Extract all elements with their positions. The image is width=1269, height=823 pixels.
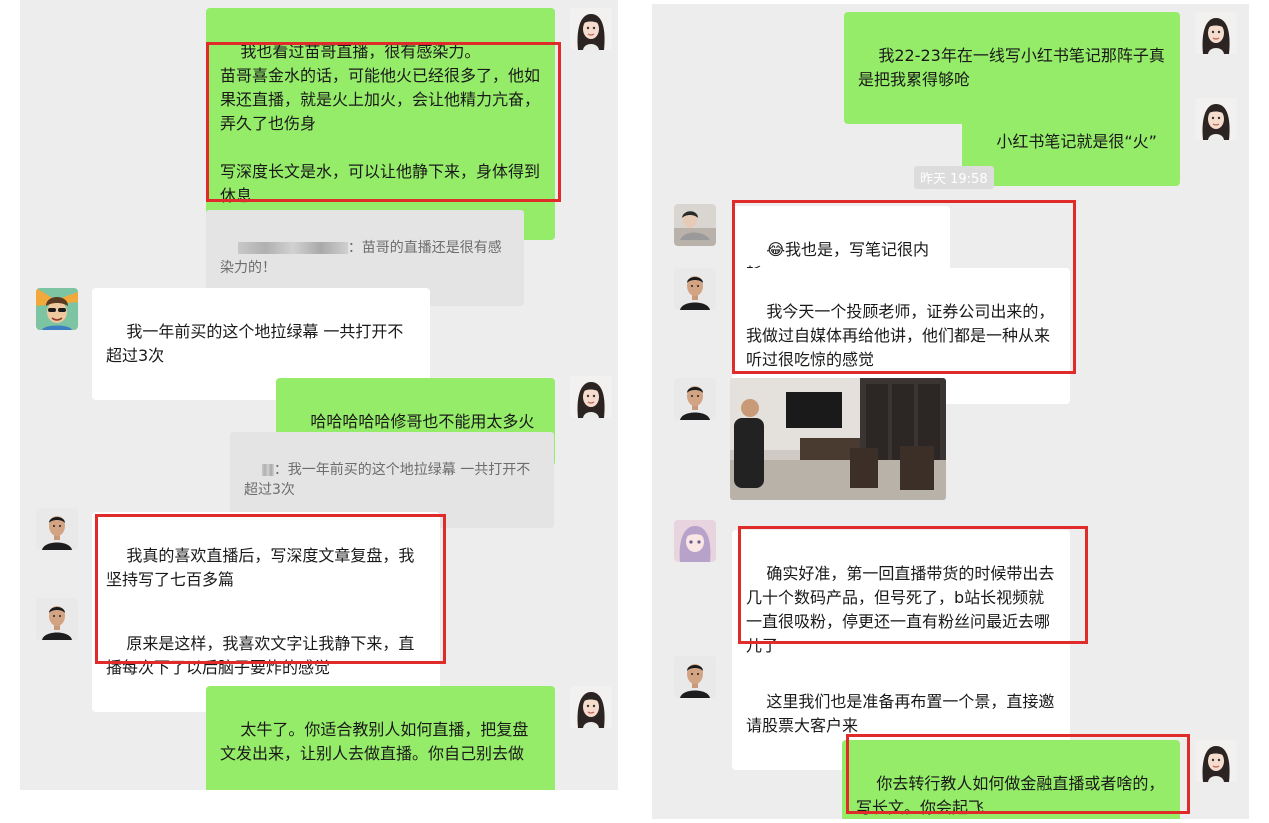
message-text: 我今天一个投顾老师，证券公司出来的，我做过自媒体再给他讲，他们都是一种从来听过很…: [746, 302, 1055, 369]
contact-avatar[interactable]: [36, 288, 78, 330]
message-text: 我一年前买的这个地拉绿幕 一共打开不超过3次: [106, 322, 404, 365]
self-avatar[interactable]: [570, 8, 612, 50]
contact-avatar[interactable]: [36, 508, 78, 550]
message-text: 这里我们也是准备再布置一个景，直接邀请股票大客户来: [746, 692, 1055, 735]
right-chat-panel: 我22-23年在一线写小红书笔记那阵子真是把我累得够呛 小红书笔记就是很“火” …: [652, 4, 1249, 819]
contact-avatar[interactable]: [674, 204, 716, 246]
message-text: 我真的喜欢直播后，写深度文章复盘，我坚持写了七百多篇: [106, 546, 415, 589]
left-chat-panel: 我也看过苗哥直播，很有感染力。 苗哥喜金水的话，可能他火已经很多了，他如果还直播…: [20, 0, 618, 790]
self-avatar[interactable]: [570, 376, 612, 418]
message-bubble-mine[interactable]: 太牛了。你适合教别人如何直播，把复盘文发出来，让别人去做直播。你自己别去做: [206, 686, 555, 790]
message-text: 原来是这样，我喜欢文字让我静下来，直播每次下了以后脑子要炸的感觉: [106, 634, 415, 677]
message-text: 我也看过苗哥直播，很有感染力。 苗哥喜金水的话，可能他火已经很多了，他如果还直播…: [220, 42, 541, 205]
timestamp: 昨天 19:58: [914, 166, 994, 189]
contact-avatar[interactable]: [36, 598, 78, 640]
contact-avatar[interactable]: [674, 268, 716, 310]
message-bubble-mine[interactable]: 我也看过苗哥直播，很有感染力。 苗哥喜金水的话，可能他火已经很多了，他如果还直播…: [206, 8, 555, 240]
quote-text: ：我一年前买的这个地拉绿幕 一共打开不超过3次: [244, 462, 531, 498]
room-photo[interactable]: [730, 378, 946, 500]
self-avatar[interactable]: [1195, 12, 1237, 54]
message-text: 哈哈哈哈哈修哥也不能用太多火: [310, 412, 535, 431]
redacted-name: [237, 242, 348, 254]
message-text: 你去转行教人如何做金融直播或者啥的，写长文。你会起飞: [856, 774, 1165, 817]
message-bubble-mine[interactable]: 你去转行教人如何做金融直播或者啥的，写长文。你会起飞: [842, 740, 1180, 819]
emoji-icon: 😂: [766, 240, 786, 259]
contact-avatar[interactable]: [674, 378, 716, 420]
message-text: 我22-23年在一线写小红书笔记那阵子真是把我累得够呛: [858, 46, 1165, 89]
self-avatar[interactable]: [570, 686, 612, 728]
redacted-name: [261, 464, 274, 476]
contact-avatar[interactable]: [674, 656, 716, 698]
self-avatar[interactable]: [1195, 98, 1237, 140]
message-bubble-mine[interactable]: 小红书笔记就是很“火”: [962, 98, 1180, 186]
self-avatar[interactable]: [1195, 740, 1237, 782]
message-text: 小红书笔记就是很“火”: [996, 132, 1157, 151]
contact-avatar[interactable]: [674, 520, 716, 562]
message-text: 太牛了。你适合教别人如何直播，把复盘文发出来，让别人去做直播。你自己别去做: [220, 720, 529, 763]
message-text: 确实好准，第一回直播带货的时候带出去几十个数码产品，但号死了，b站长视频就一直很…: [746, 564, 1055, 655]
